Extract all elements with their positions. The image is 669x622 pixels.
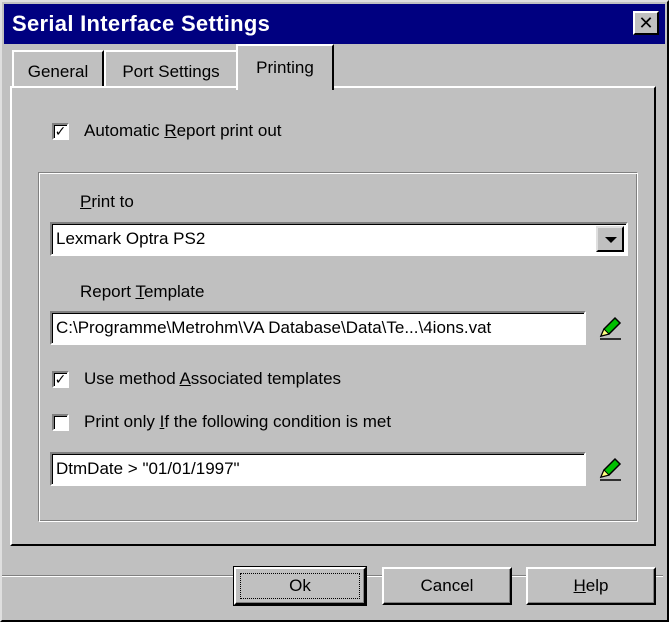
close-button[interactable]: ✕ <box>633 11 659 35</box>
help-button[interactable]: Help <box>526 567 656 605</box>
title-bar[interactable]: Serial Interface Settings ✕ <box>4 4 665 44</box>
cancel-button[interactable]: Cancel <box>382 567 512 605</box>
tab-panel-printing <box>10 86 656 546</box>
tab-general[interactable]: General <box>12 50 104 88</box>
tab-port-settings[interactable]: Port Settings <box>104 50 238 88</box>
close-icon: ✕ <box>638 13 654 33</box>
ok-button[interactable]: Ok <box>233 566 367 606</box>
window-title: Serial Interface Settings <box>12 11 271 36</box>
active-tab-join <box>238 82 330 90</box>
